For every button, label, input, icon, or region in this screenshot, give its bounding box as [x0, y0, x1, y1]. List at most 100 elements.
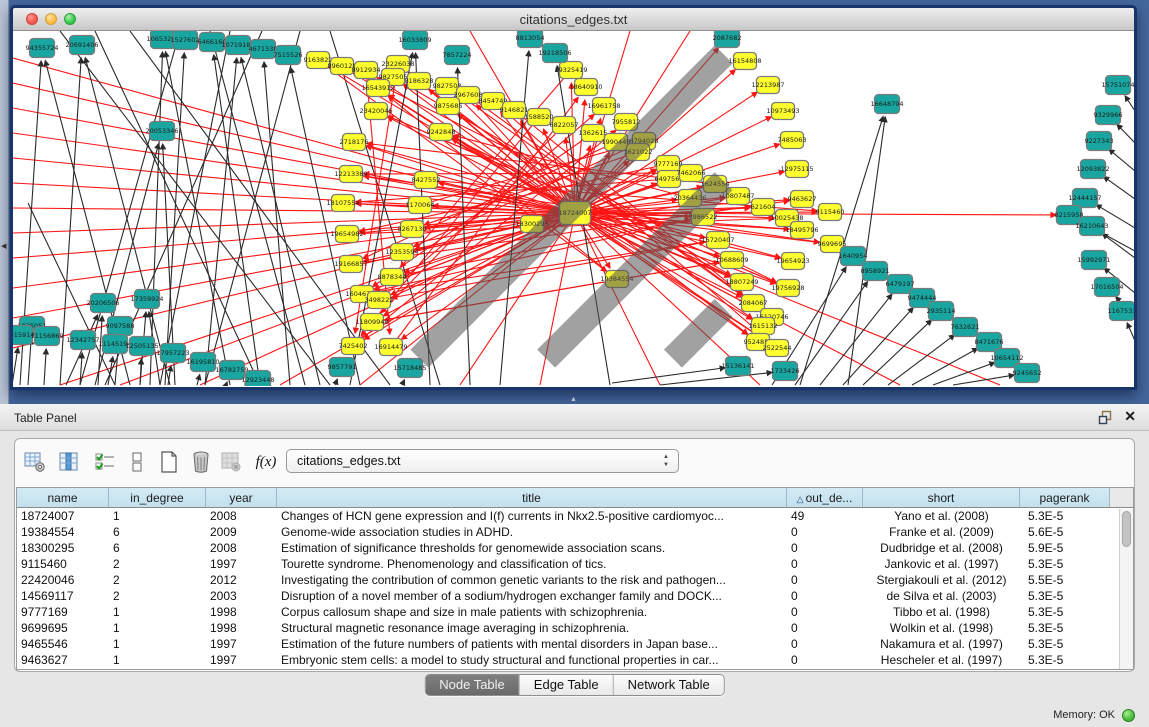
table-row[interactable]: 2242004622012Investigating the contribut… — [17, 572, 1133, 588]
cell-year: 2008 — [206, 508, 277, 524]
cell-pagerank: 5.6E-5 — [1020, 524, 1110, 540]
column-header-out-degree[interactable]: △out_de... — [787, 488, 863, 507]
cell-short: Hescheler et al. (1997) — [863, 652, 1020, 668]
table-row[interactable]: 1872400712008Changes of HCN gene express… — [17, 508, 1133, 524]
cell-in_degree: 1 — [109, 620, 206, 636]
table-row[interactable]: 1938455462009Genome-wide association stu… — [17, 524, 1133, 540]
column-header-year[interactable]: year — [206, 488, 277, 507]
cell-pagerank: 5.3E-5 — [1020, 556, 1110, 572]
cell-short: Stergiakouli et al. (2012) — [863, 572, 1020, 588]
cell-year: 2012 — [206, 572, 277, 588]
column-header-pagerank[interactable]: pagerank — [1020, 488, 1110, 507]
cell-pagerank: 5.3E-5 — [1020, 604, 1110, 620]
cell-name: 9465546 — [17, 636, 109, 652]
cell-short: Jankovic et al. (1997) — [863, 556, 1020, 572]
dropdown-arrows-icon: ▲▼ — [663, 453, 669, 469]
row-height-button[interactable] — [123, 448, 151, 476]
table-panel: Table Panel ✕ — [0, 404, 1149, 727]
cell-name: 9463627 — [17, 652, 109, 668]
table-toolbar: f(x) citations_edges.txt ▲▼ — [15, 443, 1134, 483]
cell-in_degree: 2 — [109, 588, 206, 604]
cell-pagerank: 5.3E-5 — [1020, 588, 1110, 604]
cell-short: Dudbridge et al. (2008) — [863, 540, 1020, 556]
select-attributes-button[interactable] — [91, 448, 119, 476]
table-row[interactable]: 969969511998Structural magnetic resonanc… — [17, 620, 1133, 636]
cell-short: Franke et al. (2009) — [863, 524, 1020, 540]
cell-name: 14569117 — [17, 588, 109, 604]
table-row[interactable]: 1456911722003Disruption of a novel membe… — [17, 588, 1133, 604]
column-header-short[interactable]: short — [863, 488, 1020, 507]
import-table-disabled-button[interactable] — [217, 448, 245, 476]
table-selector-dropdown[interactable]: citations_edges.txt ▲▼ — [286, 449, 679, 473]
network-graph-canvas[interactable]: 1872400791638228960128891293423226038982… — [13, 31, 1134, 386]
new-table-button[interactable] — [155, 448, 183, 476]
cell-year: 2009 — [206, 524, 277, 540]
cell-title: Structural magnetic resonance image aver… — [277, 620, 787, 636]
table-row[interactable]: 1830029562008Estimation of significance … — [17, 540, 1133, 556]
cell-year: 1998 — [206, 604, 277, 620]
cell-in_degree: 1 — [109, 636, 206, 652]
cell-in_degree: 1 — [109, 604, 206, 620]
cell-out_degree: 0 — [787, 588, 863, 604]
cell-year: 2003 — [206, 588, 277, 604]
table-panel-header: Table Panel ✕ — [0, 404, 1149, 431]
collapsed-control-panel-strip[interactable]: ◀ — [0, 0, 9, 404]
fx-icon: f(x) — [256, 454, 277, 470]
cell-out_degree: 0 — [787, 524, 863, 540]
cell-title: Genome-wide association studies in ADHD. — [277, 524, 787, 540]
table-vertical-scrollbar[interactable] — [1119, 509, 1133, 670]
close-panel-icon[interactable]: ✕ — [1124, 408, 1136, 425]
memory-ok-light-icon[interactable] — [1122, 709, 1135, 722]
cell-out_degree: 0 — [787, 620, 863, 636]
memory-status-text: Memory: OK — [1053, 709, 1115, 721]
cell-in_degree: 6 — [109, 540, 206, 556]
delete-table-button[interactable] — [187, 448, 215, 476]
cell-pagerank: 5.5E-5 — [1020, 572, 1110, 588]
tab-edge-table[interactable]: Edge Table — [520, 675, 614, 695]
cell-year: 1998 — [206, 620, 277, 636]
status-bar: Memory: OK — [1053, 706, 1135, 724]
cell-pagerank: 5.3E-5 — [1020, 620, 1110, 636]
expand-panel-arrow-icon[interactable]: ◀ — [1, 242, 6, 250]
cell-pagerank: 5.3E-5 — [1020, 636, 1110, 652]
cell-pagerank: 5.3E-5 — [1020, 652, 1110, 668]
tab-node-table[interactable]: Node Table — [425, 675, 520, 695]
scrollbar-thumb[interactable] — [1122, 511, 1131, 547]
resize-grip-icon[interactable] — [13, 31, 1132, 384]
cell-year: 1997 — [206, 652, 277, 668]
cell-out_degree: 49 — [787, 508, 863, 524]
table-row[interactable]: 946362711997Embryonic stem cells: a mode… — [17, 652, 1133, 668]
cell-title: Changes of HCN gene expression and I(f) … — [277, 508, 787, 524]
panel-splitter-handle[interactable]: ▲ — [570, 396, 580, 403]
cell-short: de Silva et al. (2003) — [863, 588, 1020, 604]
cell-title: Investigating the contribution of common… — [277, 572, 787, 588]
cell-in_degree: 2 — [109, 572, 206, 588]
column-header-name[interactable]: name — [17, 488, 109, 507]
cell-short: Yano et al. (2008) — [863, 508, 1020, 524]
table-settings-button[interactable] — [21, 448, 49, 476]
cell-in_degree: 1 — [109, 508, 206, 524]
network-window-titlebar[interactable]: citations_edges.txt — [13, 8, 1134, 31]
float-window-icon[interactable] — [1098, 410, 1113, 425]
network-view-window: citations_edges.txt 18724007916382289601… — [10, 5, 1137, 390]
function-builder-button[interactable]: f(x) — [249, 448, 283, 476]
cell-pagerank: 5.3E-5 — [1020, 508, 1110, 524]
cell-name: 9699695 — [17, 620, 109, 636]
tab-network-table[interactable]: Network Table — [614, 675, 724, 695]
table-body[interactable]: 1872400712008Changes of HCN gene express… — [17, 508, 1133, 668]
table-browser-container: f(x) citations_edges.txt ▲▼ name in_degr… — [14, 438, 1135, 672]
cell-title: Embryonic stem cells: a model to study s… — [277, 652, 787, 668]
cell-in_degree: 2 — [109, 556, 206, 572]
table-row[interactable]: 977716911998Corpus callosum shape and si… — [17, 604, 1133, 620]
table-row[interactable]: 946554611997Estimation of the future num… — [17, 636, 1133, 652]
column-header-in-degree[interactable]: in_degree — [109, 488, 206, 507]
column-header-title[interactable]: title — [277, 488, 787, 507]
cell-out_degree: 0 — [787, 556, 863, 572]
table-row[interactable]: 911546021997Tourette syndrome. Phenomeno… — [17, 556, 1133, 572]
show-columns-button[interactable] — [55, 448, 83, 476]
cell-title: Corpus callosum shape and size in male p… — [277, 604, 787, 620]
cell-title: Disruption of a novel member of a sodium… — [277, 588, 787, 604]
cell-title: Tourette syndrome. Phenomenology and cla… — [277, 556, 787, 572]
sort-ascending-icon: △ — [797, 494, 804, 504]
cell-year: 2008 — [206, 540, 277, 556]
